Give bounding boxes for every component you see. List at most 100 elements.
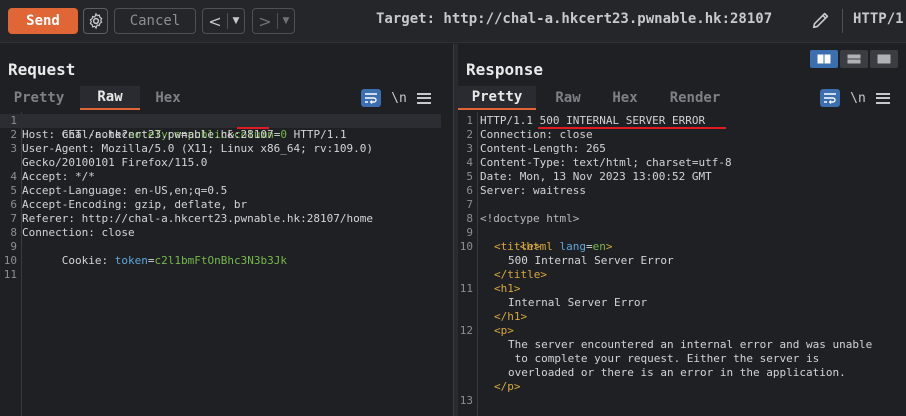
request-line: GET /note?noteType=public&column=0 HTTP/… <box>22 114 347 141</box>
tab-pretty[interactable]: Pretty <box>8 86 70 110</box>
h1-open-tag: <h1> <box>494 282 521 295</box>
line-number: 11 <box>3 268 17 281</box>
line-number: 12 <box>459 324 473 337</box>
menu-icon[interactable] <box>876 92 890 104</box>
h1-text: Internal Server Error <box>508 296 648 309</box>
html-tag-line: <html lang=en> <box>480 226 613 253</box>
header-line: Host: chal-a.hkcert23.pwnable.hk:28107 <box>22 128 274 141</box>
layout-side-by-side-button[interactable] <box>810 50 838 68</box>
request-title: Request <box>8 60 76 79</box>
line-number: 3 <box>466 142 473 155</box>
tab-pretty[interactable]: Pretty <box>458 86 536 110</box>
doctype-line: <!doctype html> <box>480 212 580 225</box>
tab-hex[interactable]: Hex <box>604 86 646 110</box>
cookie-key: Cookie: <box>61 254 115 267</box>
back-dropdown-icon[interactable]: ▼ <box>228 16 244 26</box>
wrap-icon <box>365 93 377 104</box>
line-number: 6 <box>10 198 17 211</box>
http-version-label[interactable]: HTTP/1 <box>853 11 904 27</box>
line-number: 8 <box>10 226 17 239</box>
line-number: 7 <box>466 198 473 211</box>
param-value: 0 <box>280 128 287 141</box>
header-line: Connection: close <box>22 226 135 239</box>
header-line: Accept: */* <box>22 170 95 183</box>
tab-raw[interactable]: Raw <box>548 86 588 110</box>
p-close-tag: </p> <box>494 380 521 393</box>
response-panel: Response Pretty Raw Hex Render \n 1 2 3 … <box>458 44 906 416</box>
title-text: 500 Internal Server Error <box>508 254 674 267</box>
wrap-lines-button[interactable] <box>361 89 381 107</box>
pencil-icon[interactable] <box>810 9 832 31</box>
line-number: 10 <box>3 254 17 267</box>
status-line: HTTP/1.1 500 INTERNAL SERVER ERROR <box>480 114 706 127</box>
settings-button[interactable] <box>83 8 108 34</box>
cookie-line: Cookie: token=c2l1bmFtOnBhc3N3b3Jk <box>22 240 287 267</box>
back-nav-group: < ▼ <box>202 8 245 34</box>
tab-render[interactable]: Render <box>662 86 728 110</box>
request-panel: Request Pretty Raw Hex \n 1 2 3 4 5 6 7 … <box>0 44 453 416</box>
response-title: Response <box>466 60 544 79</box>
line-number: 2 <box>10 128 17 141</box>
h1-close-tag: </h1> <box>494 310 528 323</box>
toolbar-separator <box>842 9 843 33</box>
line-number: 7 <box>10 212 17 225</box>
title-open-tag: <title> <box>494 240 541 253</box>
back-arrow-icon[interactable]: < <box>203 12 227 31</box>
line-number: 6 <box>466 184 473 197</box>
header-line-wrap: Gecko/20100101 Firefox/115.0 <box>22 156 208 169</box>
header-line: Accept-Language: en-US,en;q=0.5 <box>22 184 228 197</box>
attr-name: lang <box>559 240 587 253</box>
layout-stacked-button[interactable] <box>840 50 868 68</box>
p-text: overloaded or there is an error in the a… <box>508 366 846 379</box>
request-view-options: \n <box>361 88 431 108</box>
line-number: 4 <box>466 156 473 169</box>
wrap-lines-button[interactable] <box>820 89 840 107</box>
p-text: The server encountered an internal error… <box>508 338 873 351</box>
cookie-value: c2l1bmFtOnBhc3N3b3Jk <box>154 254 287 267</box>
header-line: Connection: close <box>480 128 593 141</box>
header-line: Server: waitress <box>480 184 586 197</box>
p-open-tag: <p> <box>494 324 514 337</box>
forward-arrow-icon[interactable]: > <box>253 12 277 31</box>
line-number: 3 <box>10 142 17 155</box>
line-number: 9 <box>10 240 17 253</box>
header-line: User-Agent: Mozilla/5.0 (X11; Linux x86_… <box>22 142 373 155</box>
header-line: Accept-Encoding: gzip, deflate, br <box>22 198 248 211</box>
line-number: 2 <box>466 128 473 141</box>
line-number: 1 <box>466 114 473 127</box>
send-button[interactable]: Send <box>8 8 78 34</box>
single-pane-icon <box>877 54 891 64</box>
layout-tabs-button[interactable] <box>870 50 898 68</box>
wrap-icon <box>824 93 836 104</box>
cancel-button[interactable]: Cancel <box>114 8 196 34</box>
layout-toggle-group <box>810 50 898 68</box>
columns-icon <box>817 54 831 64</box>
line-number: 8 <box>466 212 473 225</box>
gear-icon <box>89 12 102 30</box>
menu-icon[interactable] <box>417 92 431 104</box>
title-close-tag: </title> <box>494 268 547 281</box>
target-label: Target: http://chal-a.hkcert23.pwnable.h… <box>376 11 773 27</box>
line-number: 1 <box>10 114 17 127</box>
forward-dropdown-icon[interactable]: ▼ <box>278 16 294 26</box>
forward-nav-group: > ▼ <box>252 8 295 34</box>
request-editor[interactable]: 1 2 3 4 5 6 7 8 9 10 11 GET /note?noteTy… <box>0 112 453 416</box>
line-number: 5 <box>466 170 473 183</box>
html-tag-close: > <box>605 240 613 253</box>
newline-toggle[interactable]: \n <box>391 91 407 106</box>
tab-hex[interactable]: Hex <box>146 86 190 110</box>
line-number: 5 <box>10 184 17 197</box>
response-editor[interactable]: 1 2 3 4 5 6 7 8 9 10 11 12 13 HTTP/1.1 5… <box>458 112 906 416</box>
tab-raw[interactable]: Raw <box>80 86 140 110</box>
line-number: 9 <box>466 226 473 239</box>
p-text: to complete your request. Either the ser… <box>508 352 820 365</box>
header-line: Content-Type: text/html; charset=utf-8 <box>480 156 732 169</box>
header-line: Content-Length: 265 <box>480 142 606 155</box>
line-number: 13 <box>459 394 473 407</box>
attr-eq: = <box>586 240 593 253</box>
newline-toggle[interactable]: \n <box>850 91 866 106</box>
response-view-options: \n <box>820 88 890 108</box>
http-version: HTTP/1.1 <box>286 128 347 141</box>
attr-value: en <box>592 240 606 253</box>
header-line: Referer: http://chal-a.hkcert23.pwnable.… <box>22 212 373 225</box>
